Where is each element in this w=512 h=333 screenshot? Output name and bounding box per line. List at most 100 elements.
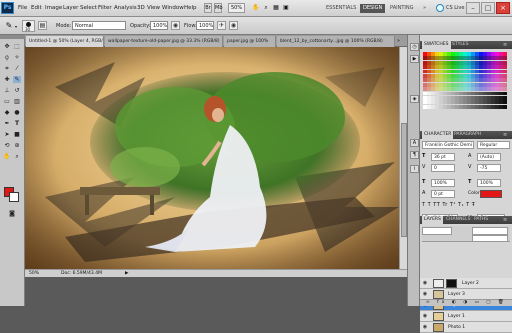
tab-untitled-1[interactable]: Untitled-1 @ 50% (Layer 4, RGB/8) * <box>26 36 104 47</box>
swatch-cell[interactable] <box>483 104 487 109</box>
swatch-cell[interactable] <box>503 65 507 70</box>
swatch-cell[interactable] <box>451 56 455 61</box>
swatch-cell[interactable] <box>491 65 495 70</box>
swatch-cell[interactable] <box>471 60 475 65</box>
swatch-cell[interactable] <box>463 91 467 96</box>
swatch-cell[interactable] <box>463 60 467 65</box>
swatch-cell[interactable] <box>487 91 491 96</box>
swatch-cell[interactable] <box>471 104 475 109</box>
swatch-cell[interactable] <box>467 100 471 105</box>
swatch-cell[interactable] <box>423 91 427 96</box>
swatch-cell[interactable] <box>427 65 431 70</box>
swatch-cell[interactable] <box>467 96 471 100</box>
swatch-cell[interactable] <box>495 74 499 78</box>
mode-select[interactable]: Normal <box>72 21 126 30</box>
swatch-cell[interactable] <box>447 56 451 61</box>
swatch-cell[interactable] <box>471 91 475 96</box>
swatch-cell[interactable] <box>463 78 467 83</box>
layer-fill-field[interactable] <box>472 235 508 242</box>
swatch-cell[interactable] <box>467 82 471 87</box>
lock-icons[interactable] <box>422 236 452 242</box>
cs-live-icon[interactable] <box>436 4 444 12</box>
swatch-cell[interactable] <box>503 78 507 83</box>
type-tool-icon[interactable]: T <box>13 120 21 127</box>
swatch-cell[interactable] <box>459 104 463 109</box>
quick-select-icon[interactable]: ✧ <box>13 54 21 61</box>
menu-analysis[interactable]: Analysis <box>114 5 137 11</box>
info-panel-icon[interactable]: i <box>410 165 419 173</box>
minibridge-icon[interactable]: Mb <box>214 3 223 13</box>
dodge-icon[interactable]: ● <box>13 109 21 116</box>
document-canvas-area[interactable] <box>25 47 407 269</box>
swatch-cell[interactable] <box>487 56 491 61</box>
swatch-cell[interactable] <box>475 87 479 92</box>
swatch-cell[interactable] <box>467 91 471 96</box>
swatch-cell[interactable] <box>435 78 439 83</box>
swatch-cell[interactable] <box>503 60 507 65</box>
swatch-cell[interactable] <box>451 104 455 109</box>
swatch-cell[interactable] <box>423 96 427 100</box>
layers-footer-buttons[interactable]: ∞ fx ◐ ◑ ▭ ▢ 🗑 <box>420 299 512 306</box>
swatches-grid[interactable] <box>423 52 508 110</box>
swatch-cell[interactable] <box>471 52 475 56</box>
swatch-cell[interactable] <box>471 78 475 83</box>
swatch-cell[interactable] <box>467 69 471 74</box>
menu-image[interactable]: Image <box>45 5 62 11</box>
swatch-cell[interactable] <box>479 56 483 61</box>
swatch-cell[interactable] <box>443 78 447 83</box>
swatch-cell[interactable] <box>443 87 447 92</box>
swatch-cell[interactable] <box>495 52 499 56</box>
swatch-cell[interactable] <box>443 82 447 87</box>
swatch-cell[interactable] <box>503 82 507 87</box>
layer-name[interactable]: Layer 1 <box>448 314 465 319</box>
swatch-cell[interactable] <box>499 52 503 56</box>
swatch-cell[interactable] <box>423 65 427 70</box>
swatch-cell[interactable] <box>499 87 503 92</box>
swatch-cell[interactable] <box>427 52 431 56</box>
swatch-cell[interactable] <box>455 74 459 78</box>
font-size-field[interactable]: 36 pt <box>431 153 455 161</box>
swatch-cell[interactable] <box>499 74 503 78</box>
swatch-cell[interactable] <box>431 82 435 87</box>
swatch-cell[interactable] <box>463 96 467 100</box>
swatch-cell[interactable] <box>431 104 435 109</box>
swatch-cell[interactable] <box>491 100 495 105</box>
menu-3d[interactable]: 3D <box>137 5 145 11</box>
swatch-cell[interactable] <box>435 74 439 78</box>
swatch-cell[interactable] <box>459 100 463 105</box>
zoom-icon[interactable]: ⌕ <box>262 3 270 13</box>
swatch-cell[interactable] <box>447 104 451 109</box>
tab-paper[interactable]: paper.jpg @ 100% <box>224 36 276 47</box>
swatch-cell[interactable] <box>483 69 487 74</box>
menu-window[interactable]: Window <box>162 5 184 11</box>
swatch-cell[interactable] <box>455 87 459 92</box>
actions-panel-icon[interactable]: ▶ <box>410 55 419 63</box>
swatch-cell[interactable] <box>467 52 471 56</box>
swatch-cell[interactable] <box>439 56 443 61</box>
swatch-cell[interactable] <box>459 69 463 74</box>
swatch-cell[interactable] <box>483 52 487 56</box>
swatch-cell[interactable] <box>451 65 455 70</box>
layer-row[interactable]: ◉ Layer 1 <box>420 311 512 322</box>
swatch-cell[interactable] <box>483 100 487 105</box>
screen-mode-icon[interactable]: ▣ <box>282 3 290 13</box>
swatch-cell[interactable] <box>439 82 443 87</box>
swatch-cell[interactable] <box>495 87 499 92</box>
pen-tool-icon[interactable]: ✒ <box>3 120 11 127</box>
swatch-cell[interactable] <box>459 52 463 56</box>
swatch-cell[interactable] <box>435 52 439 56</box>
swatch-cell[interactable] <box>435 96 439 100</box>
swatch-cell[interactable] <box>427 96 431 100</box>
swatch-cell[interactable] <box>451 82 455 87</box>
menu-filter[interactable]: Filter <box>98 5 112 11</box>
swatch-cell[interactable] <box>479 82 483 87</box>
swatch-cell[interactable] <box>471 100 475 105</box>
panel-menu-icon[interactable]: ≡ <box>503 217 507 223</box>
swatch-cell[interactable] <box>423 74 427 78</box>
swatch-cell[interactable] <box>483 60 487 65</box>
swatch-cell[interactable] <box>439 69 443 74</box>
navigator-panel-icon[interactable]: ◈ <box>410 95 419 103</box>
kerning-field[interactable]: 0 <box>431 164 455 172</box>
swatch-cell[interactable] <box>451 100 455 105</box>
swatch-cell[interactable] <box>447 96 451 100</box>
